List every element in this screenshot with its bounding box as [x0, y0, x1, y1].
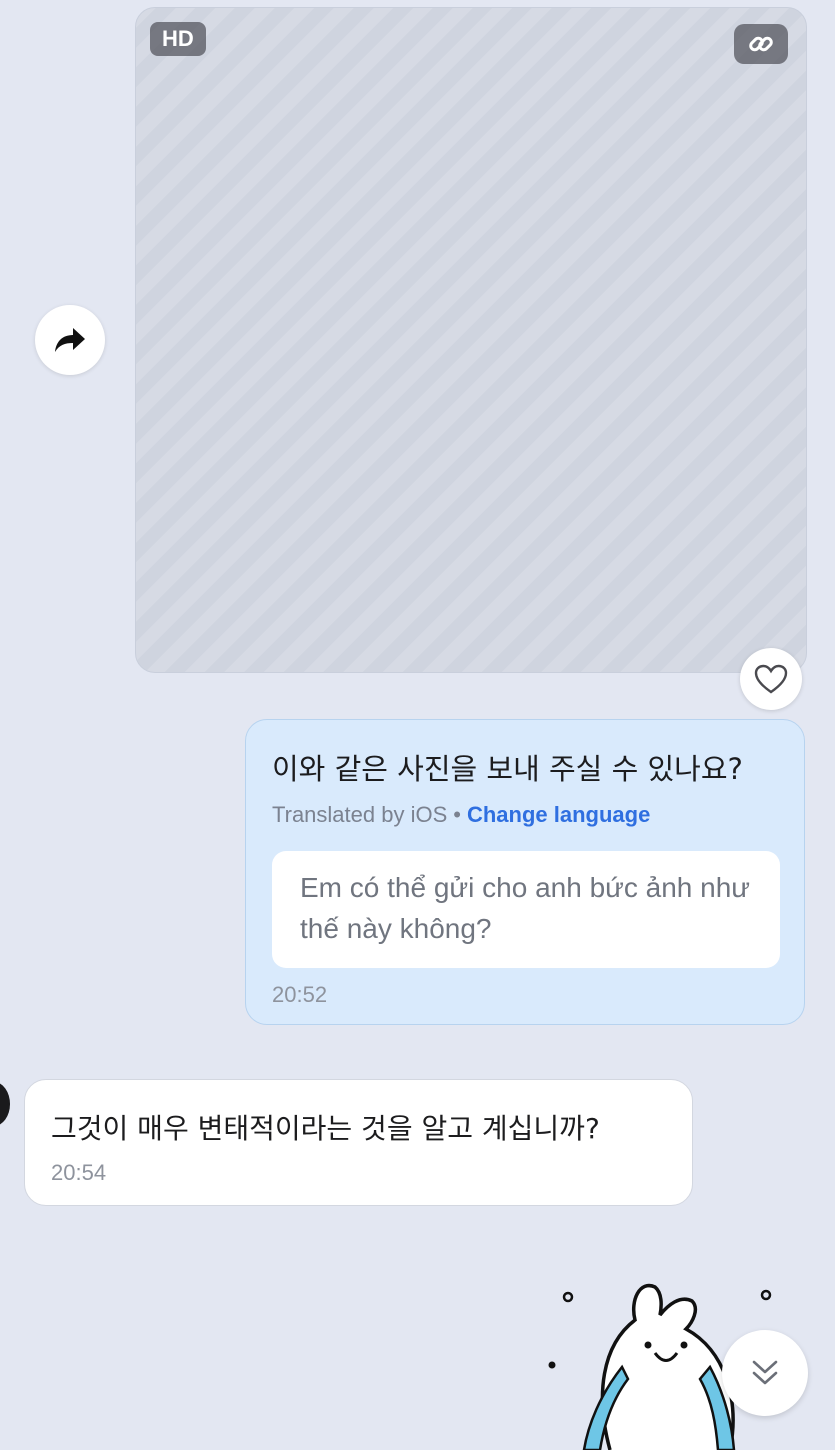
incoming-message[interactable]: 그것이 매우 변태적이라는 것을 알고 계십니까? 20:54 [24, 1079, 693, 1206]
outgoing-message[interactable]: 이와 같은 사진을 보내 주실 수 있나요? Translated by iOS… [245, 719, 805, 1025]
message-text: 이와 같은 사진을 보내 주실 수 있나요? [272, 752, 743, 786]
message-text: 그것이 매우 변태적이라는 것을 알고 계십니까? [51, 1112, 600, 1145]
scroll-to-bottom-button[interactable] [722, 1330, 808, 1416]
double-chevron-down-icon [752, 1360, 778, 1385]
photo-message[interactable]: HD [135, 7, 807, 673]
translated-by-label: Translated by iOS [272, 802, 448, 827]
photo-placeholder [136, 8, 806, 672]
translation-text: Em có thể gửi cho anh bức ảnh như thế nà… [272, 851, 780, 968]
separator: • [453, 802, 461, 827]
link-icon [749, 36, 773, 52]
link-button[interactable] [734, 24, 788, 64]
avatar[interactable] [0, 1082, 10, 1126]
change-language-link[interactable]: Change language [467, 802, 650, 827]
message-timestamp: 20:54 [51, 1160, 107, 1185]
message-timestamp: 20:52 [272, 982, 328, 1007]
share-button[interactable] [35, 305, 105, 375]
hd-badge: HD [150, 22, 206, 56]
share-arrow-icon [55, 328, 85, 352]
translation-attribution: Translated by iOS • Change language [272, 802, 650, 828]
like-button[interactable] [740, 648, 802, 710]
heart-outline-icon [754, 664, 788, 694]
